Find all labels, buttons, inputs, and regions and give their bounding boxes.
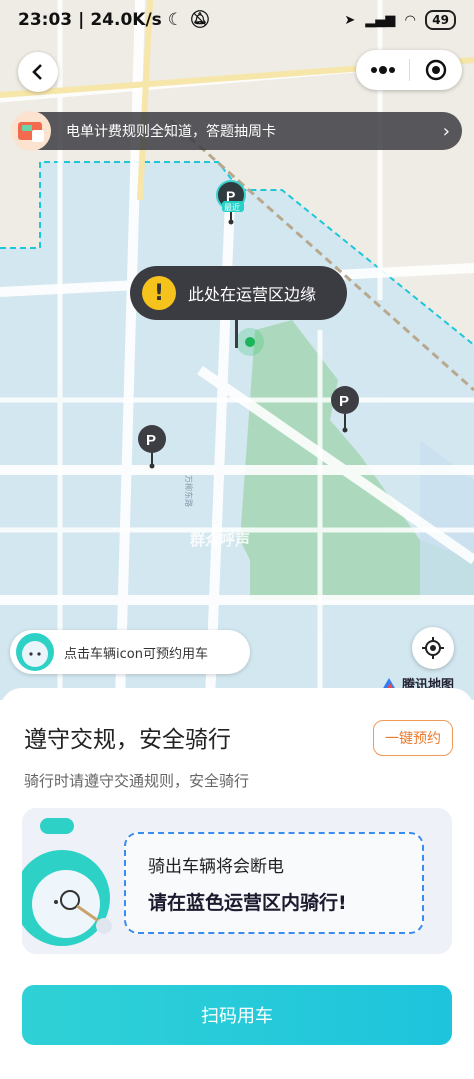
panel-subtitle: 骑行时请遵守交通规则，安全骑行: [24, 772, 250, 790]
location-arrow-icon: ➤: [344, 12, 356, 28]
record-target-icon: [425, 59, 447, 81]
more-button[interactable]: [356, 50, 409, 90]
notice-text: 电单计费规则全知道，答题抽周卡: [66, 124, 276, 140]
nearest-badge: 最近: [224, 202, 240, 212]
parking-label: P: [339, 393, 349, 410]
locate-button[interactable]: [412, 627, 454, 669]
map-view[interactable]: P 最近 P P 万柳东路 群众呼声: [0, 0, 474, 700]
tooltip-text: 此处在运营区边缘: [188, 285, 317, 304]
zone-warning-card: 骑出车辆将会断电 请在蓝色运营区内骑行!: [124, 832, 424, 934]
road-label: 万柳东路: [184, 475, 194, 507]
bell-off-icon: 🔕︎: [189, 10, 211, 30]
status-time: 23:03: [18, 10, 73, 30]
panel-title: 遵守交规，安全骑行: [24, 727, 231, 753]
network-speed: 24.0K/s: [90, 10, 162, 30]
bottom-panel: 遵守交规，安全骑行 一键预约 骑行时请遵守交通规则，安全骑行 骑出车辆将会断电 …: [0, 688, 474, 1079]
wifi-icon: ◠: [405, 12, 416, 28]
back-button[interactable]: [18, 52, 58, 92]
chevron-right-icon: ›: [442, 120, 450, 142]
close-mini-program-button[interactable]: [410, 50, 462, 90]
parking-label: P: [146, 432, 156, 449]
tooltip-pointer: [235, 320, 238, 348]
warning-icon: !: [142, 276, 176, 310]
zone-edge-tooltip: ! 此处在运营区边缘: [130, 266, 347, 320]
gift-card-icon: [11, 111, 51, 151]
watermark-label: 群众呼声: [190, 531, 250, 549]
mini-program-capsule: [356, 50, 462, 90]
mascot-icon: [16, 633, 54, 671]
status-bar: 23:03 | 24.0K/s ☾ 🔕︎ ➤ ▂▄▆ ◠ 49: [0, 0, 474, 40]
crosshair-icon: [422, 637, 444, 659]
more-dots-icon: [370, 66, 395, 74]
reserve-button[interactable]: 一键预约: [373, 720, 453, 756]
zone-warning-banner: 骑出车辆将会断电 请在蓝色运营区内骑行!: [22, 808, 452, 954]
billing-notice-bar[interactable]: 电单计费规则全知道，答题抽周卡 ›: [11, 111, 462, 151]
chevron-left-icon: [32, 64, 42, 80]
banner-line2: 请在蓝色运营区内骑行!: [148, 892, 347, 914]
battery-icon: 49: [425, 10, 456, 30]
signal-icon: ▂▄▆: [365, 12, 396, 28]
banner-line1: 骑出车辆将会断电: [148, 857, 284, 877]
map-canvas: P 最近 P P 万柳东路 群众呼声: [0, 0, 474, 700]
reserve-hint: 点击车辆icon可预约用车: [10, 630, 250, 674]
status-divider: |: [78, 10, 85, 30]
moon-icon: ☾: [167, 10, 184, 30]
scan-to-ride-button[interactable]: 扫码用车: [22, 985, 452, 1045]
hint-text: 点击车辆icon可预约用车: [64, 646, 208, 662]
user-location-dot: [245, 337, 255, 347]
